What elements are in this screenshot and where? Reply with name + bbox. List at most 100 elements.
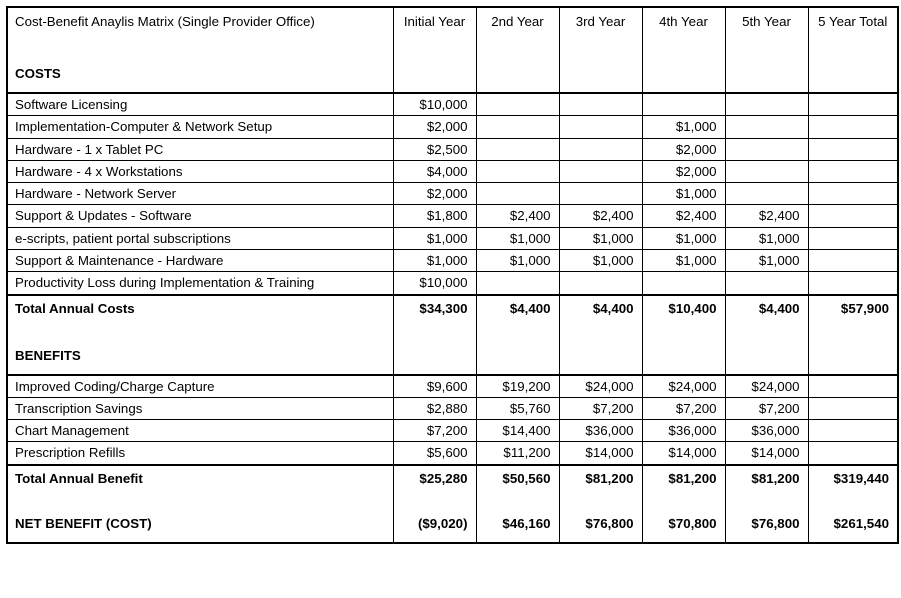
column-header-5-year-total: 5 Year Total (807, 6, 899, 94)
row-value (724, 115, 809, 139)
row-value (558, 92, 643, 117)
row-label: Hardware - 1 x Tablet PC (6, 137, 394, 161)
table-row: Software Licensing $10,000 (6, 92, 899, 117)
summary-labels-cell: Total Annual Benefit NET BENEFIT (COST) (6, 463, 394, 544)
column-header-3rd-year: 3rd Year (558, 6, 643, 94)
table-row: Implementation-Computer & Network Setup … (6, 115, 899, 139)
row-value (807, 159, 899, 184)
row-value (475, 271, 560, 296)
row-value (807, 137, 899, 161)
row-value: $1,000 (724, 248, 809, 273)
cost-benefit-matrix-sheet: Cost-Benefit Anaylis Matrix (Single Prov… (0, 6, 901, 598)
total-annual-costs-value: $34,300 (392, 293, 477, 376)
row-value: $14,000 (641, 441, 726, 466)
column-header-4th-year: 4th Year (641, 6, 726, 94)
row-value: $36,000 (724, 419, 809, 443)
row-value: $7,200 (558, 396, 643, 421)
row-label: Support & Maintenance - Hardware (6, 248, 394, 273)
row-value (807, 92, 899, 117)
total-annual-benefit-value: $81,200 (585, 470, 634, 486)
total-annual-benefit-label: Total Annual Benefit (15, 470, 143, 486)
row-value (558, 137, 643, 161)
net-benefit-label: NET BENEFIT (COST) (15, 516, 152, 532)
row-label: Hardware - Network Server (6, 182, 394, 206)
row-value: $7,200 (392, 419, 477, 443)
row-label: Software Licensing (6, 92, 394, 117)
total-annual-benefit-value: $25,280 (419, 470, 468, 486)
total-annual-benefit-value: $81,200 (668, 470, 717, 486)
summary-totals-row: Total Annual Benefit NET BENEFIT (COST) … (6, 463, 899, 544)
row-value: $1,000 (641, 248, 726, 273)
row-value (558, 115, 643, 139)
row-value: $14,000 (558, 441, 643, 466)
row-value (807, 182, 899, 206)
table-row: Productivity Loss during Implementation … (6, 271, 899, 296)
summary-value-cell: $50,560 $46,160 (475, 463, 560, 544)
net-benefit-value: $70,800 (668, 516, 717, 532)
total-annual-benefit-value: $319,440 (833, 470, 889, 486)
row-value: $36,000 (558, 419, 643, 443)
row-value (475, 159, 560, 184)
total-annual-costs-value: $4,400 (558, 293, 643, 376)
summary-value-cell: $81,200 $76,800 (724, 463, 809, 544)
row-value: $24,000 (641, 374, 726, 398)
row-value: $1,000 (558, 248, 643, 273)
row-value: $4,000 (392, 159, 477, 184)
page-title: Cost-Benefit Anaylis Matrix (Single Prov… (15, 14, 315, 29)
row-label: Productivity Loss during Implementation … (6, 271, 394, 296)
summary-value-cell: $81,200 $70,800 (641, 463, 726, 544)
row-value: $10,000 (392, 271, 477, 296)
row-value (807, 441, 899, 466)
table-row: e-scripts, patient portal subscriptions … (6, 226, 899, 250)
row-value: $1,000 (724, 226, 809, 250)
table-row: Hardware - Network Server $2,000 $1,000 (6, 182, 899, 206)
cost-benefit-matrix-table: Cost-Benefit Anaylis Matrix (Single Prov… (6, 6, 899, 544)
row-value: $36,000 (641, 419, 726, 443)
row-label: Hardware - 4 x Workstations (6, 159, 394, 184)
row-value (641, 271, 726, 296)
row-value: $1,000 (392, 248, 477, 273)
table-row: Hardware - 1 x Tablet PC $2,500 $2,000 (6, 137, 899, 161)
row-value (724, 92, 809, 117)
section-label-benefits: BENEFITS (15, 348, 81, 364)
net-benefit-value: $76,800 (585, 516, 634, 532)
row-value: $5,760 (475, 396, 560, 421)
row-value (724, 182, 809, 206)
row-value: $9,600 (392, 374, 477, 398)
row-value: $2,000 (392, 115, 477, 139)
row-value (558, 159, 643, 184)
row-label: Implementation-Computer & Network Setup (6, 115, 394, 139)
row-value: $1,800 (392, 204, 477, 228)
row-value (807, 115, 899, 139)
row-value (807, 396, 899, 421)
row-label: Prescription Refills (6, 441, 394, 466)
row-value: $24,000 (724, 374, 809, 398)
total-annual-costs-label-cell: Total Annual Costs BENEFITS (6, 293, 394, 376)
net-benefit-value: $76,800 (751, 516, 800, 532)
row-value: $2,400 (475, 204, 560, 228)
table-row: Prescription Refills $5,600 $11,200 $14,… (6, 441, 899, 466)
row-label: Improved Coding/Charge Capture (6, 374, 394, 398)
row-value (558, 182, 643, 206)
row-value (475, 115, 560, 139)
total-annual-benefit-value: $81,200 (751, 470, 800, 486)
table-row: Improved Coding/Charge Capture $9,600 $1… (6, 374, 899, 398)
row-label: Support & Updates - Software (6, 204, 394, 228)
row-value (724, 271, 809, 296)
row-value: $7,200 (641, 396, 726, 421)
row-value (641, 92, 726, 117)
total-annual-costs-value: $57,900 (807, 293, 899, 376)
row-value (724, 159, 809, 184)
net-benefit-value: ($9,020) (417, 516, 468, 532)
row-value: $19,200 (475, 374, 560, 398)
row-value: $2,400 (724, 204, 809, 228)
row-value (475, 182, 560, 206)
total-annual-costs-row: Total Annual Costs BENEFITS $34,300 $4,4… (6, 293, 899, 376)
row-value (558, 271, 643, 296)
total-annual-costs-label: Total Annual Costs (15, 300, 135, 316)
row-value: $14,000 (724, 441, 809, 466)
row-value (807, 374, 899, 398)
row-value: $1,000 (392, 226, 477, 250)
row-value: $5,600 (392, 441, 477, 466)
row-value (475, 137, 560, 161)
